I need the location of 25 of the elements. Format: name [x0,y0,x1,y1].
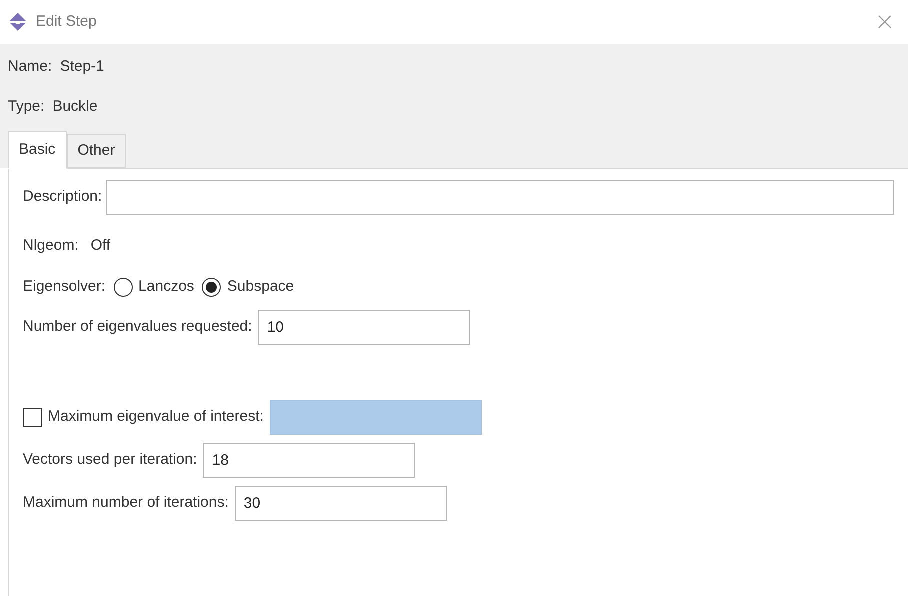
field-label: Maximum eigenvalue of interest: [48,406,264,427]
step-icon [8,12,28,32]
field-label: Name: [8,56,52,77]
radio-button[interactable] [202,278,222,296]
input-field[interactable]: 30 [234,486,447,520]
field-label: Vectors used per iteration: [23,450,198,470]
input-field[interactable]: 18 [203,442,416,478]
radio-button[interactable] [114,278,133,296]
field-label: Off [90,236,111,256]
tab[interactable]: Basic [8,131,67,169]
radio-option[interactable]: Lanczos [114,276,194,298]
radio-option[interactable]: Subspace [202,276,294,298]
input-field[interactable]: 10 [258,310,470,344]
input-field[interactable] [106,180,894,214]
window-title: Edit Step [36,12,97,32]
tab[interactable]: Other [66,134,126,168]
field-label: Nlgeom: [23,236,79,256]
field-label: Maximum number of iterations: [23,492,229,513]
field-label: Number of eigenvalues requested: [23,316,252,337]
field-label: Type: [8,96,45,117]
field-label: Eigensolver: [23,276,106,297]
field-label: Buckle [52,96,98,117]
field-label: Step-1 [60,56,104,77]
close-icon [877,14,893,30]
field-label: Description: [23,186,102,207]
